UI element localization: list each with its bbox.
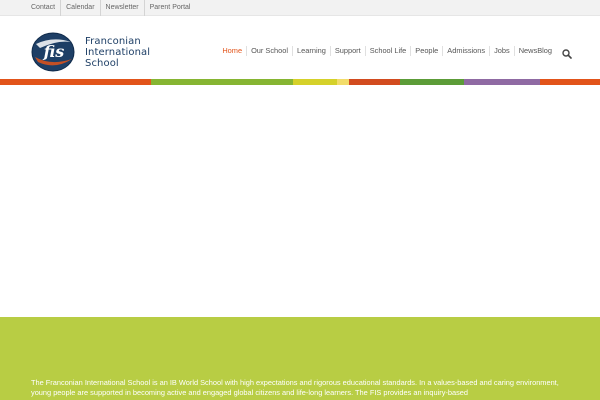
logo-line-1: Franconian — [85, 35, 141, 47]
logo-emblem-icon: fis — [31, 32, 79, 72]
intro-text: The Franconian International School is a… — [31, 378, 559, 397]
logo-line-2: International — [85, 46, 151, 58]
site-logo[interactable]: fis Franconian International School — [31, 30, 171, 74]
main-nav: Home Our School Learning Support School … — [218, 45, 572, 59]
nav-item-school-life[interactable]: School Life — [364, 46, 411, 56]
nav-item-admissions[interactable]: Admissions — [442, 46, 489, 56]
site-header: fis Franconian International School Home… — [0, 17, 600, 79]
nav-item-home[interactable]: Home — [218, 46, 246, 56]
nav-item-jobs[interactable]: Jobs — [489, 46, 514, 56]
search-icon[interactable] — [562, 46, 572, 59]
nav-item-learning[interactable]: Learning — [292, 46, 330, 56]
nav-item-our-school[interactable]: Our School — [246, 46, 292, 56]
utility-link-calendar[interactable]: Calendar — [60, 0, 99, 16]
logo-mark-text: fis — [43, 42, 65, 61]
nav-item-people[interactable]: People — [410, 46, 442, 56]
utility-link-parent-portal[interactable]: Parent Portal — [143, 0, 196, 16]
utility-link-newsletter[interactable]: Newsletter — [99, 0, 144, 16]
nav-item-newsblog[interactable]: NewsBlog — [513, 46, 556, 56]
hero-area — [0, 85, 600, 318]
nav-item-support[interactable]: Support — [329, 46, 365, 56]
utility-link-contact[interactable]: Contact — [31, 0, 60, 16]
logo-line-3: School — [85, 57, 119, 69]
utility-bar: Contact Calendar Newsletter Parent Porta… — [0, 0, 600, 16]
logo-wordmark: Franconian International School — [85, 36, 150, 69]
utility-links: Contact Calendar Newsletter Parent Porta… — [0, 0, 600, 16]
intro-band: The Franconian International School is a… — [0, 317, 600, 400]
